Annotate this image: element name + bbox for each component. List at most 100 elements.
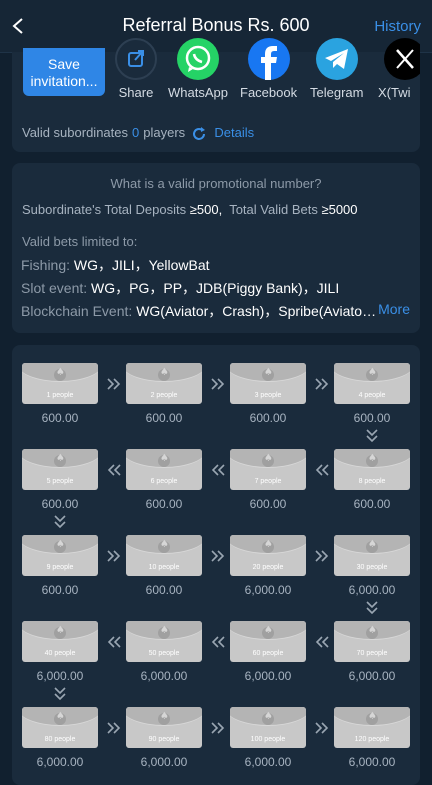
envelope-people: 2 people xyxy=(150,392,178,399)
reward-amount: 600.00 xyxy=(41,497,79,511)
reward-amount: 600.00 xyxy=(145,583,183,597)
red-envelope-card[interactable]: 100 people xyxy=(230,707,306,748)
spade-seal-icon xyxy=(54,453,66,467)
red-envelope-card[interactable]: 70 people xyxy=(334,621,410,662)
more-link[interactable]: More xyxy=(378,301,410,317)
red-envelope-card[interactable]: 7 people xyxy=(230,449,306,490)
envelope-people: 80 people xyxy=(44,736,76,743)
double-chevron-left-icon xyxy=(107,464,121,476)
reward-amount: 6,000.00 xyxy=(348,583,396,597)
red-envelope-card[interactable]: 120 people xyxy=(334,707,410,748)
envelope-people: 3 people xyxy=(254,392,282,399)
red-envelope-card[interactable]: 80 people xyxy=(22,707,98,748)
refresh-icon[interactable] xyxy=(191,126,207,142)
share-option-whatsapp[interactable]: WhatsApp xyxy=(168,38,228,100)
history-link[interactable]: History xyxy=(374,18,421,35)
envelope-people: 20 people xyxy=(252,564,284,571)
page-title: Referral Bonus Rs. 600 xyxy=(122,15,310,35)
reward-amount: 600.00 xyxy=(145,411,183,425)
spade-seal-icon xyxy=(262,625,274,639)
whatsapp-icon xyxy=(176,38,219,80)
red-envelope-card[interactable]: 60 people xyxy=(230,621,306,662)
red-envelope-card[interactable]: 30 people xyxy=(334,535,410,576)
spade-seal-icon xyxy=(54,367,66,381)
spade-seal-icon xyxy=(366,625,378,639)
fishing-value: WG，JILI，YellowBat xyxy=(73,257,210,273)
red-envelope-card[interactable]: 9 people xyxy=(22,535,98,576)
slot-value: WG，PG，PP，JDB(Piggy Bank)，JILI xyxy=(91,280,340,296)
envelope-people: 120 people xyxy=(354,736,390,743)
details-link[interactable]: Details xyxy=(214,125,254,140)
share-label: Share xyxy=(118,85,154,100)
x-label: X(Twi xyxy=(378,85,411,100)
spade-seal-icon xyxy=(262,711,274,725)
deposit-value: ≥500, xyxy=(189,202,223,217)
red-envelope-card[interactable]: 8 people xyxy=(334,449,410,490)
valid-subordinates-row: Valid subordinates 0 players Details xyxy=(22,125,254,142)
slot-line: Slot event: WG，PG，PP，JDB(Piggy Bank)，JIL… xyxy=(21,278,339,298)
red-envelope-card[interactable]: 6 people xyxy=(126,449,202,490)
valid-subordinates-unit: players xyxy=(143,125,186,140)
double-chevron-down-icon xyxy=(366,429,378,443)
bets-label: Total Valid Bets xyxy=(229,202,318,217)
red-envelope-card[interactable]: 50 people xyxy=(126,621,202,662)
envelope-people: 100 people xyxy=(250,736,286,743)
envelope-people: 6 people xyxy=(150,478,178,485)
spade-seal-icon xyxy=(158,539,170,553)
red-envelope-card[interactable]: 2 people xyxy=(126,363,202,404)
spade-seal-icon xyxy=(262,453,274,467)
share-option-x[interactable]: X(Twi xyxy=(374,38,420,100)
envelope-people: 5 people xyxy=(46,478,74,485)
red-envelope-card[interactable]: 4 people xyxy=(334,363,410,404)
red-envelope-card[interactable]: 1 people xyxy=(22,363,98,404)
spade-seal-icon xyxy=(158,453,170,467)
limited-heading: Valid bets limited to: xyxy=(22,234,138,249)
telegram-icon xyxy=(315,38,358,80)
reward-amount: 600.00 xyxy=(249,497,287,511)
red-envelope-card[interactable]: 3 people xyxy=(230,363,306,404)
share-icon xyxy=(115,38,157,80)
red-envelope-card[interactable]: 40 people xyxy=(22,621,98,662)
double-chevron-left-icon xyxy=(315,464,329,476)
spade-seal-icon xyxy=(54,625,66,639)
red-envelope-card[interactable]: 10 people xyxy=(126,535,202,576)
double-chevron-right-icon xyxy=(107,378,121,390)
reward-amount: 6,000.00 xyxy=(140,669,188,683)
reward-amount: 6,000.00 xyxy=(348,755,396,769)
share-option-telegram[interactable]: Telegram xyxy=(310,38,363,100)
envelope-people: 1 people xyxy=(46,392,74,399)
double-chevron-right-icon xyxy=(107,722,121,734)
whatsapp-label: WhatsApp xyxy=(168,85,228,100)
spade-seal-icon xyxy=(262,367,274,381)
red-envelope-card[interactable]: 5 people xyxy=(22,449,98,490)
valid-conditions: Subordinate's Total Deposits ≥500, Total… xyxy=(22,202,358,217)
double-chevron-left-icon xyxy=(211,464,225,476)
envelope-people: 7 people xyxy=(254,478,282,485)
reward-amount: 600.00 xyxy=(41,411,79,425)
share-option-share[interactable]: Share xyxy=(115,38,157,100)
spade-seal-icon xyxy=(158,711,170,725)
reward-amount: 6,000.00 xyxy=(244,755,292,769)
share-option-facebook[interactable]: Facebook xyxy=(240,38,297,100)
x-icon xyxy=(384,38,420,80)
double-chevron-left-icon xyxy=(211,636,225,648)
spade-seal-icon xyxy=(366,539,378,553)
spade-seal-icon xyxy=(54,711,66,725)
facebook-label: Facebook xyxy=(240,85,298,100)
red-envelope-card[interactable]: 90 people xyxy=(126,707,202,748)
spade-seal-icon xyxy=(158,625,170,639)
envelope-people: 30 people xyxy=(356,564,388,571)
deposit-label: Subordinate's Total Deposits xyxy=(22,202,187,217)
rules-panel: What is a valid promotional number? Subo… xyxy=(12,163,420,333)
fishing-line: Fishing: WG，JILI，YellowBat xyxy=(21,255,210,275)
double-chevron-right-icon xyxy=(211,550,225,562)
spade-seal-icon xyxy=(366,367,378,381)
double-chevron-left-icon xyxy=(107,636,121,648)
red-envelope-card[interactable]: 20 people xyxy=(230,535,306,576)
reward-amount: 6,000.00 xyxy=(348,669,396,683)
blockchain-value: WG(Aviator，Crash)，Spribe(Aviato… xyxy=(136,303,377,319)
double-chevron-right-icon xyxy=(211,722,225,734)
save-invitation-button[interactable]: Save invitation... xyxy=(23,48,105,96)
reward-amount: 600.00 xyxy=(249,411,287,425)
double-chevron-right-icon xyxy=(315,550,329,562)
